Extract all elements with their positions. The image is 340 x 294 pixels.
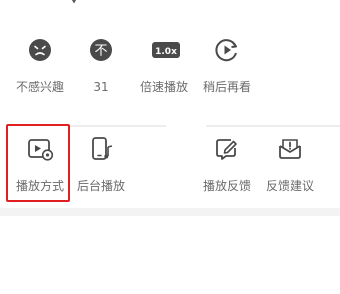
coin-glyph: 不 [94, 44, 107, 59]
background-play-button[interactable]: 后台播放 [66, 135, 136, 197]
feedback-suggestion-button[interactable]: 反馈建议 [255, 135, 325, 197]
playback-feedback-button[interactable]: 播放反馈 [192, 135, 262, 197]
highlight-box [6, 124, 70, 202]
bottom-separator-band [0, 208, 340, 216]
background-play-icon [92, 137, 113, 160]
dislike-face-icon [29, 39, 51, 61]
playback-speed-label: 倍速播放 [139, 80, 188, 94]
coin-icon: 不 [90, 39, 112, 61]
playback-feedback-icon [216, 139, 237, 160]
section-divider-right [206, 125, 340, 127]
dislike-button[interactable]: 不感兴趣 [5, 36, 75, 98]
watch-later-icon [215, 39, 237, 62]
coin-count-label: 31 [93, 80, 109, 94]
background-play-label: 后台播放 [76, 179, 125, 193]
top-edge [0, 0, 340, 12]
watch-later-label: 稍后再看 [202, 80, 251, 94]
playback-speed-button[interactable]: 1.0x 倍速播放 [129, 36, 199, 98]
feedback-suggestion-label: 反馈建议 [265, 179, 314, 193]
partial-icon-fragment [71, 0, 77, 4]
playback-speed-icon: 1.0x [152, 42, 180, 58]
speed-glyph: 1.0x [155, 47, 177, 57]
more-actions-panel: 不感兴趣 不 31 1.0x 倍速播放 稍后再看 播放方式 后台播放 播放反馈 … [0, 0, 340, 294]
section-divider-left [70, 125, 166, 127]
feedback-suggestion-icon [279, 139, 301, 159]
watch-later-button[interactable]: 稍后再看 [192, 36, 262, 98]
dislike-label: 不感兴趣 [15, 80, 64, 94]
coin-button[interactable]: 不 31 [66, 36, 136, 98]
playback-feedback-label: 播放反馈 [202, 179, 251, 193]
